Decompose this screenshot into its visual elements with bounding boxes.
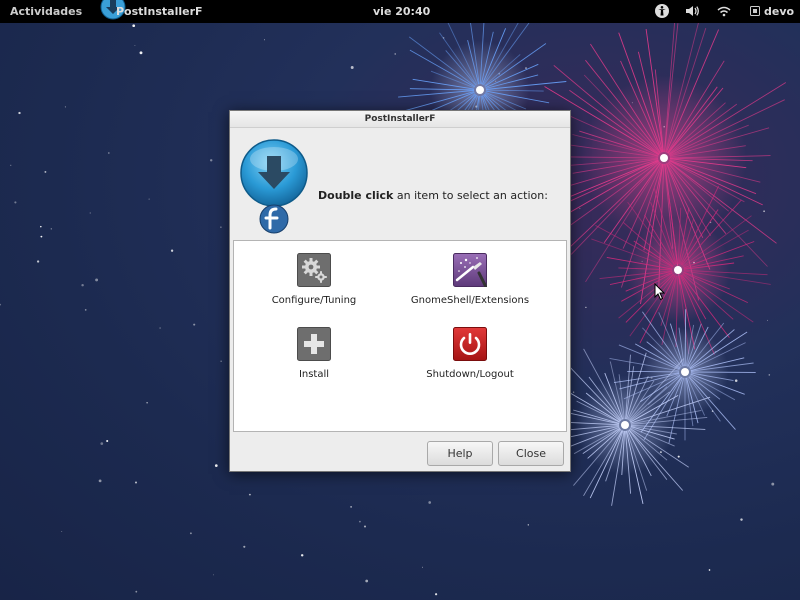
- star: [365, 579, 369, 583]
- star: [189, 532, 192, 535]
- star: [106, 439, 109, 443]
- star: [243, 545, 246, 548]
- star: [394, 53, 396, 55]
- star: [350, 506, 352, 508]
- star: [248, 493, 251, 496]
- action-label: GnomeShell/Extensions: [410, 295, 530, 306]
- star: [740, 518, 743, 521]
- top-panel: Actividades PostInstallerF vie 20:40 dev…: [0, 0, 800, 23]
- star: [170, 249, 174, 252]
- star: [10, 164, 12, 166]
- wifi-icon[interactable]: [716, 3, 732, 19]
- star: [771, 482, 775, 486]
- star: [84, 309, 87, 311]
- star: [40, 235, 43, 238]
- close-button[interactable]: Close: [498, 441, 564, 466]
- star: [264, 39, 265, 41]
- action-label: Configure/Tuning: [271, 295, 357, 306]
- star: [36, 260, 40, 263]
- star: [212, 574, 214, 576]
- star: [14, 201, 17, 204]
- accessibility-icon[interactable]: [654, 3, 670, 19]
- star: [572, 391, 575, 393]
- star: [428, 501, 432, 504]
- star: [767, 319, 769, 321]
- star: [359, 520, 361, 523]
- app-menu-label: PostInstallerF: [116, 5, 203, 18]
- clock[interactable]: vie 20:40: [373, 5, 430, 18]
- plus-icon: [297, 327, 331, 361]
- activities-button[interactable]: Actividades: [10, 5, 82, 18]
- star: [734, 379, 738, 382]
- mouse-pointer-icon: [654, 283, 666, 301]
- star: [579, 207, 581, 209]
- star: [132, 24, 136, 28]
- gears-icon: [297, 253, 331, 287]
- star: [159, 327, 161, 329]
- star: [139, 51, 143, 55]
- star: [0, 303, 1, 306]
- help-button[interactable]: Help: [427, 441, 493, 466]
- star: [525, 67, 527, 70]
- actions-icon-view[interactable]: Configure/Tuning GnomeShell/Extensions I…: [233, 240, 567, 432]
- star: [193, 323, 196, 326]
- action-install[interactable]: Install: [234, 327, 394, 391]
- action-gnomeshell-extensions[interactable]: GnomeShell/Extensions: [390, 253, 550, 317]
- star: [89, 212, 91, 214]
- star: [146, 402, 148, 404]
- dialog-header: Double click an item to select an action…: [230, 129, 570, 241]
- star: [64, 106, 66, 108]
- star: [100, 442, 104, 445]
- dialog-titlebar[interactable]: PostInstallerF: [230, 111, 570, 128]
- star: [677, 455, 680, 458]
- action-configure-tuning[interactable]: Configure/Tuning: [234, 253, 394, 317]
- user-status-icon: [750, 6, 760, 16]
- star: [148, 198, 150, 200]
- star: [214, 464, 218, 467]
- star: [50, 228, 52, 230]
- star: [350, 66, 354, 69]
- volume-icon[interactable]: [684, 3, 700, 19]
- postinstaller-dialog: PostInstallerF Double click an item to s…: [229, 110, 571, 472]
- star: [220, 226, 222, 228]
- instruction-text: Double click an item to select an action…: [318, 189, 548, 202]
- star: [435, 593, 438, 596]
- action-label: Shutdown/Logout: [426, 369, 514, 380]
- star: [95, 278, 99, 282]
- star: [708, 569, 711, 571]
- action-shutdown-logout[interactable]: Shutdown/Logout: [390, 327, 550, 391]
- star: [422, 566, 423, 568]
- action-label: Install: [298, 369, 330, 380]
- star: [763, 210, 765, 213]
- dialog-button-row: Help Close: [230, 441, 570, 469]
- star: [135, 590, 138, 593]
- star: [300, 554, 304, 557]
- star: [585, 306, 587, 309]
- star: [81, 283, 84, 287]
- user-name: devo: [764, 5, 795, 18]
- star: [768, 374, 771, 376]
- star: [527, 524, 529, 526]
- star: [44, 170, 47, 173]
- star: [61, 531, 63, 532]
- star: [18, 111, 21, 115]
- star: [107, 152, 110, 154]
- star: [220, 360, 222, 362]
- star: [209, 159, 213, 162]
- star: [40, 225, 42, 228]
- star: [134, 45, 136, 46]
- star: [98, 479, 102, 483]
- star: [134, 481, 138, 484]
- postinstaller-logo: [240, 139, 308, 234]
- power-icon: [453, 327, 487, 361]
- star: [363, 525, 367, 528]
- magic-wand-icon: [453, 253, 487, 287]
